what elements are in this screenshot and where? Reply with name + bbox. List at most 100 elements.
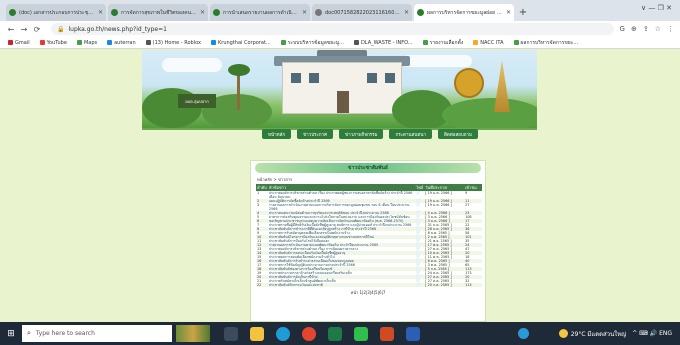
- forward-arrow-icon[interactable]: →: [19, 25, 29, 34]
- bookmark-label: Krungthai Corporat...: [217, 39, 271, 46]
- lock-icon[interactable]: 🔒: [57, 26, 64, 33]
- pdf-file-icon[interactable]: 📄: [415, 203, 424, 211]
- site-nav-button[interactable]: ข่าวประกาศ: [297, 129, 333, 139]
- table-row[interactable]: 1 ประกาศองค์การบริหารส่วนตำบล เรื่อง ประก…: [256, 191, 482, 199]
- url-input[interactable]: 🔒 lupka.go.th/news.php?id_type=1: [51, 23, 614, 35]
- pdf-file-icon[interactable]: 📄: [414, 283, 425, 287]
- file-explorer-icon[interactable]: [250, 326, 264, 341]
- bookmark-label: รายงานเลือกตั้ง: [429, 39, 464, 46]
- new-tab-button[interactable]: +: [516, 4, 530, 21]
- table-header-cell: เข้าชม: [464, 184, 482, 191]
- browser-tab[interactable]: (doc) เอกสารประกอบการประชุม ป. ✕: [6, 4, 106, 21]
- close-tab-icon[interactable]: ✕: [302, 9, 307, 16]
- windows-start-icon[interactable]: ⊞: [0, 322, 22, 345]
- bookmark-label: ระบบบริหารข้อมูลขยะมู...: [287, 39, 344, 46]
- globe-icon: [353, 40, 359, 45]
- site-banner: อบต.ลุ่มปลาก: [142, 50, 537, 130]
- bookmark-label: Gmail: [15, 39, 30, 46]
- table-row[interactable]: 22 ประชาสัมพันธ์กิจกรรมวันแม่แห่งชาติ 📄[ 2…: [256, 283, 482, 287]
- pdf-file-icon[interactable]: 📄: [415, 191, 424, 199]
- bookmark-item[interactable]: YouTube: [39, 40, 67, 46]
- close-tab-icon[interactable]: ✕: [98, 9, 103, 16]
- site-nav: หน้าหลัก ข่าวประกาศ ข่าวภาพกิจกรรม กระดานสน…: [262, 129, 478, 139]
- edge-icon[interactable]: [276, 326, 290, 341]
- line-icon[interactable]: [354, 326, 368, 341]
- menu-dots-icon[interactable]: ⋮: [667, 25, 674, 33]
- table-cell-date: [ 19 ม.ค. 2566 ]: [425, 191, 452, 195]
- bookmark-item[interactable]: (13) Home - Roblox: [145, 40, 201, 46]
- tab-title: การนำเสนอรายงานผลการดำเนินงาน: [223, 9, 300, 16]
- tab-favicon-icon: [9, 9, 16, 16]
- bank-icon: [210, 40, 216, 45]
- banner-sign: อบต.ลุ่มปลาก: [178, 94, 216, 108]
- table-cell-title[interactable]: ประชาสัมพันธ์กิจกรรมวันแม่แห่งชาติ: [267, 283, 415, 287]
- pagination[interactable]: หน้า 1|2|3|4|5|6|7: [251, 289, 485, 296]
- reload-icon[interactable]: ⟳: [32, 25, 42, 34]
- weather-widget[interactable]: 29°C มีแดดส่วนใหญ่: [558, 329, 626, 339]
- bookmark-star-icon[interactable]: ☆: [655, 25, 661, 33]
- share-icon[interactable]: ⇪: [643, 25, 649, 33]
- browser-tab[interactable]: ผลการบริหารจัดการขยะมูลฝอย อำเภอ ✕: [414, 4, 514, 21]
- bookmark-icon: [107, 40, 113, 45]
- youtube-icon: [39, 40, 45, 45]
- bookmark-item[interactable]: รายงานเลือกตั้ง: [422, 39, 464, 47]
- browser-tab[interactable]: doc00715828220231161601.pdf ✕: [312, 4, 412, 21]
- powerpoint-icon[interactable]: [380, 326, 394, 341]
- bookmark-item[interactable]: Krungthai Corporat...: [210, 39, 271, 46]
- back-arrow-icon[interactable]: ←: [6, 25, 16, 34]
- tab-favicon-icon: [417, 9, 424, 16]
- shield-icon[interactable]: [517, 328, 529, 339]
- maps-icon: [76, 40, 82, 45]
- news-table: ลำดับ หัวข้อข่าว ไฟล์ วันที่ประกาศ เข้าชม 1 ป…: [256, 184, 482, 287]
- district-seal-logo: [454, 68, 484, 98]
- tab-title: (doc) เอกสารประกอบการประชุม ป.: [19, 9, 96, 16]
- table-cell-date: [ 19 ม.ค. 2566 ]: [425, 203, 452, 207]
- tray-icons[interactable]: ^ ⌨ 🔊 ENG: [632, 330, 672, 337]
- search-highlight-image[interactable]: [176, 325, 210, 342]
- table-header-cell: วันที่ประกาศ: [424, 184, 465, 191]
- bookmark-item[interactable]: Maps: [76, 39, 98, 46]
- site-nav-button[interactable]: ข่าวภาพกิจกรรม: [339, 129, 384, 139]
- table-row[interactable]: 3 รายงานผลการดำเนินงานตามแผนการบริหารจัดก…: [256, 203, 482, 211]
- bookmark-label: Maps: [83, 39, 98, 46]
- excel-icon[interactable]: [328, 326, 342, 341]
- bookmark-item[interactable]: DLA_WASTE - INFO...: [353, 40, 413, 46]
- search-icon: ⌕: [27, 329, 31, 337]
- bookmark-item[interactable]: Gmail: [8, 40, 30, 46]
- site-nav-button[interactable]: กระดานสนทนา: [389, 129, 432, 139]
- table-cell-title[interactable]: รายงานผลการดำเนินงานตามแผนการบริหารจัดกา…: [268, 203, 415, 211]
- browser-tab[interactable]: การจัดการสุขภาพในชีวิตของคนไทย ✕: [108, 4, 208, 21]
- office-building: [282, 62, 402, 114]
- window-controls[interactable]: ∨ — ❐ ✕: [641, 4, 672, 12]
- chrome-icon[interactable]: [302, 326, 316, 341]
- google-lens-icon[interactable]: G: [620, 25, 625, 33]
- site-nav-button[interactable]: หน้าหลัก: [262, 129, 292, 139]
- tab-favicon-icon: [213, 9, 220, 16]
- globe-icon: [422, 40, 428, 45]
- search-placeholder: Type here to search: [35, 330, 95, 337]
- bookmark-item[interactable]: ระบบบริหารข้อมูลขยะมู...: [280, 39, 344, 47]
- bookmark-item[interactable]: ผลการบริหารจัดการขยะ...: [513, 39, 578, 47]
- close-tab-icon[interactable]: ✕: [506, 9, 511, 16]
- task-view-icon[interactable]: [224, 326, 238, 341]
- taskbar: ⊞ ⌕ Type here to search 29°C มีแดดส่วนให…: [0, 322, 680, 345]
- breadcrumb: หน้าหลัก > ข่าวสาร: [257, 177, 293, 182]
- browser-tab[interactable]: การนำเสนอรายงานผลการดำเนินงาน ✕: [210, 4, 310, 21]
- table-cell-n: 22: [256, 283, 268, 287]
- word-icon[interactable]: [406, 326, 420, 341]
- close-tab-icon[interactable]: ✕: [200, 9, 205, 16]
- site-nav-button[interactable]: ติดต่อสอบถาม: [437, 129, 478, 139]
- taskbar-search-input[interactable]: ⌕ Type here to search: [22, 325, 172, 342]
- table-cell-date: [ 20 ก.ค. 2565 ]: [424, 283, 465, 287]
- table-cell-n: 3: [257, 203, 260, 207]
- tab-strip: (doc) เอกสารประกอบการประชุม ป. ✕ การจัดการ…: [0, 0, 680, 21]
- zoom-icon[interactable]: ⊕: [631, 25, 637, 33]
- table-cell-views: 113: [464, 283, 482, 287]
- system-tray: 29°C มีแดดส่วนใหญ่ ^ ⌨ 🔊 ENG: [517, 328, 680, 339]
- close-tab-icon[interactable]: ✕: [404, 9, 409, 16]
- tab-title: ผลการบริหารจัดการขยะมูลฝอย อำเภอ: [427, 9, 504, 16]
- bookmark-item[interactable]: auterran: [107, 40, 136, 46]
- table-cell-views: 9: [465, 191, 468, 195]
- bookmark-item[interactable]: NACC ITA: [473, 40, 504, 46]
- table-cell-title[interactable]: ประกาศองค์การบริหารส่วนตำบล เรื่อง ประกา…: [268, 191, 415, 199]
